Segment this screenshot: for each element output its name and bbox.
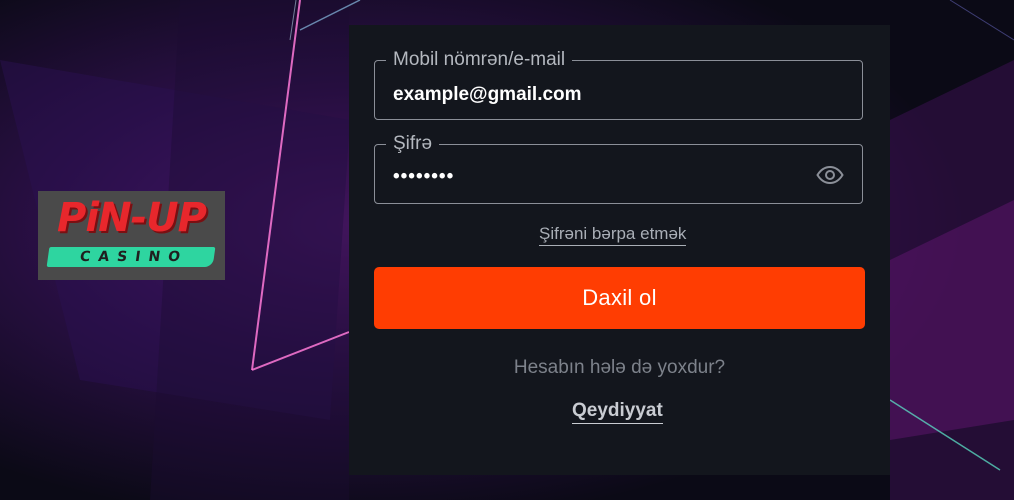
login-panel: Mobil nömrən/e-mail example@gmail.com Şi… [349,25,890,475]
login-screen: PiN-UP CASINO Mobil nömrən/e-mail exampl… [0,0,1014,500]
password-field-value[interactable]: •••••••• [393,165,454,189]
password-field[interactable]: Şifrə •••••••• [374,133,863,204]
login-field-label: Mobil nömrən/e-mail [386,49,573,71]
eye-icon[interactable] [816,165,844,185]
logo-casino-band: CASINO [46,247,216,267]
login-field[interactable]: Mobil nömrən/e-mail example@gmail.com [374,49,863,120]
pin-up-casino-logo: PiN-UP CASINO [38,191,225,280]
register-link[interactable]: Qeydiyyat [572,399,663,424]
password-field-label: Şifrə [386,133,440,155]
login-button[interactable]: Daxil ol [374,267,865,329]
no-account-text: Hesabın hələ də yoxdur? [513,357,726,378]
login-field-value[interactable]: example@gmail.com [393,83,582,107]
logo-wordmark: PiN-UP [57,195,207,241]
forgot-password-link[interactable]: Şifrəni bərpa etmək [539,223,687,246]
